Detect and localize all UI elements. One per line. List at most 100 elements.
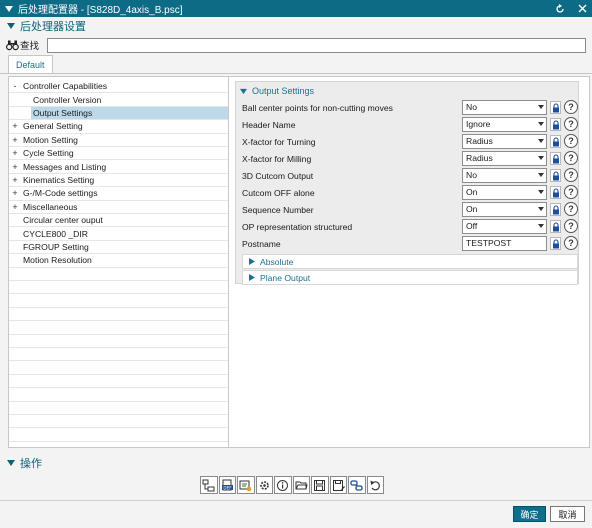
search-input[interactable] [47,37,586,53]
help-icon[interactable]: ? [564,185,578,199]
close-icon[interactable] [576,3,588,15]
tree-item-miscellaneous[interactable]: + Miscellaneous [9,201,228,214]
collapse-icon[interactable]: - [11,81,19,91]
expand-arrow-icon [249,274,255,281]
property-text-postname[interactable]: TESTPOST [462,236,547,251]
property-value: No [466,102,477,112]
settings-gear-icon[interactable] [255,476,273,494]
expand-icon[interactable]: + [11,202,19,212]
property-label: X-factor for Turning [242,137,316,147]
tree-item-g-m-code-settings[interactable]: + G-/M-Code settings [9,187,228,201]
help-icon[interactable]: ? [564,219,578,233]
property-select-ball-center-points-for-non-cutting-moves[interactable]: No [462,100,547,115]
property-select-cutcom-off-alone[interactable]: On [462,185,547,200]
help-icon[interactable]: ? [564,202,578,216]
tree-item-label: Cycle Setting [23,148,74,159]
property-select-3d-cutcom-output[interactable]: No [462,168,547,183]
tree-item-controller-version[interactable]: Controller Version [9,93,228,107]
tree-item-fgroup-setting[interactable]: FGROUP Setting [9,241,228,255]
reset-icon[interactable] [554,3,566,15]
tree-item-motion-resolution[interactable]: Motion Resolution [9,254,228,268]
tree-item-motion-setting[interactable]: + Motion Setting [9,134,228,147]
tree-item-circular-center-ouput[interactable]: Circular center ouput [9,214,228,228]
expand-icon[interactable]: + [11,162,19,172]
subgroup-absolute[interactable]: Absolute [242,254,578,269]
open-folder-icon[interactable] [292,476,310,494]
tree-item-label: Controller Capabilities [23,81,108,92]
collapse-arrow-icon[interactable] [5,5,13,13]
tree-empty-row [9,428,228,442]
expand-icon[interactable]: + [11,135,19,145]
property-row-x-factor-for-milling: X-factor for Milling Radius? [242,151,578,167]
property-value: On [466,204,478,214]
property-select-x-factor-for-turning[interactable]: Radius [462,134,547,149]
tree-item-label: Messages and Listing [23,161,107,172]
postprocessor-settings-header[interactable]: 后处理器设置 [0,18,86,34]
help-icon[interactable]: ? [564,151,578,165]
expand-icon[interactable]: + [11,175,19,185]
lock-icon[interactable] [550,203,561,216]
tab-default[interactable]: Default [8,55,53,74]
dropdown-arrow-icon [538,139,544,143]
tree-item-general-setting[interactable]: + General Setting [9,120,228,134]
main-content: - Controller Capabilities Controller Versi… [8,76,590,448]
lock-icon[interactable] [550,220,561,233]
tree-item-label: CYCLE800 _DIR [23,228,88,239]
link-icon[interactable] [348,476,366,494]
lock-icon[interactable] [550,118,561,131]
help-icon[interactable]: ? [564,236,578,250]
undo-icon[interactable] [366,476,384,494]
window-title: 后处理配置器 - [S828D_4axis_B.psc] [18,5,183,16]
tree-item-cycle-setting[interactable]: + Cycle Setting [9,147,228,161]
section-title: 后处理器设置 [20,21,86,33]
property-label: Header Name [242,120,296,130]
cancel-button[interactable]: 取消 [550,506,585,522]
help-icon[interactable]: ? [564,168,578,182]
svg-text:DEF: DEF [223,485,232,490]
expand-icon[interactable]: + [11,148,19,158]
lock-icon[interactable] [550,237,561,250]
expand-icon[interactable]: + [11,121,19,131]
tree-empty-row [9,415,228,429]
property-row-x-factor-for-turning: X-factor for Turning Radius? [242,134,578,150]
tree-item-output-settings[interactable]: Output Settings [9,106,228,121]
tree-empty-row [9,268,228,281]
tree-item-cycle800-dir[interactable]: CYCLE800 _DIR [9,227,228,241]
property-select-op-representation-structured[interactable]: Off [462,219,547,234]
tree-structure-icon[interactable] [200,476,218,494]
property-value: No [466,170,477,180]
property-select-header-name[interactable]: Ignore [462,117,547,132]
tree-item-label: Miscellaneous [23,201,78,212]
lock-icon[interactable] [550,101,561,114]
help-icon[interactable]: ? [564,100,578,114]
help-icon[interactable]: ? [564,134,578,148]
ok-button[interactable]: 确定 [513,506,546,522]
tree-item-controller-capabilities[interactable]: - Controller Capabilities [9,80,228,94]
panel-header[interactable]: Output Settings [240,84,314,98]
tree-item-kinematics-setting[interactable]: + Kinematics Setting [9,174,228,188]
tree-item-label: Controller Version [33,94,102,105]
property-select-sequence-number[interactable]: On [462,202,547,217]
lock-icon[interactable] [550,186,561,199]
configure-icon[interactable] [237,476,255,494]
actions-header[interactable]: 操作 [0,455,42,471]
tree-empty-row [9,388,228,402]
save-icon[interactable] [311,476,329,494]
lock-icon[interactable] [550,152,561,165]
info-icon[interactable] [274,476,292,494]
tree-item-label: Motion Setting [23,134,78,145]
panel-title: Output Settings [252,86,315,96]
search-label: 查找 [6,38,47,52]
property-value: Radius [466,153,493,163]
lock-icon[interactable] [550,169,561,182]
footer-divider [0,500,592,501]
tab-bar: Default [0,53,592,74]
def-file-icon[interactable]: DEF [218,476,236,494]
subgroup-plane-output[interactable]: Plane Output [242,270,578,285]
help-icon[interactable]: ? [564,117,578,131]
expand-icon[interactable]: + [11,188,19,198]
property-select-x-factor-for-milling[interactable]: Radius [462,151,547,166]
tree-item-messages-and-listing[interactable]: + Messages and Listing [9,160,228,174]
lock-icon[interactable] [550,135,561,148]
save-as-icon[interactable] [329,476,347,494]
